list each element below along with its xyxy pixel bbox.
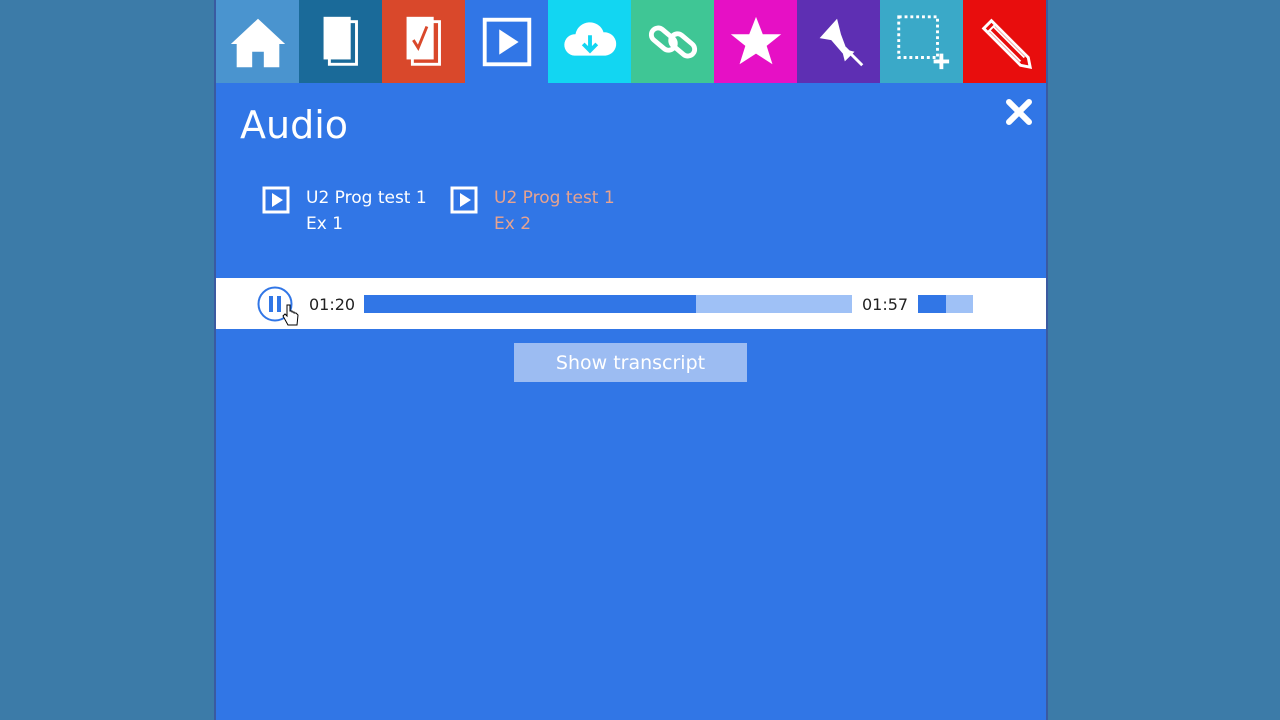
- progress-bar[interactable]: [364, 295, 852, 313]
- audio-track-ex1[interactable]: U2 Prog test 1 Ex 1: [262, 186, 427, 237]
- play-icon: [262, 186, 290, 214]
- volume-slider[interactable]: [918, 295, 973, 313]
- toolbar-pencil-button[interactable]: [963, 0, 1046, 83]
- download-icon: [563, 21, 616, 56]
- toolbar-download-button[interactable]: [548, 0, 631, 83]
- toolbar-video-button[interactable]: [465, 0, 548, 83]
- track-subtitle: Ex 2: [494, 214, 532, 234]
- book-icon: [323, 16, 358, 66]
- show-transcript-button[interactable]: Show transcript: [514, 343, 747, 382]
- homework-icon: [406, 16, 441, 66]
- toolbar-home-button[interactable]: [216, 0, 299, 83]
- toolbar-pin-button[interactable]: [797, 0, 880, 83]
- star-icon: [730, 16, 781, 64]
- track-title: U2 Prog test 1: [494, 188, 615, 208]
- toolbar-link-button[interactable]: [631, 0, 714, 83]
- toolbar-star-button[interactable]: [714, 0, 797, 83]
- duration: 01:57: [862, 295, 909, 314]
- track-title: U2 Prog test 1: [306, 188, 427, 208]
- pin-icon: [819, 18, 863, 66]
- current-time: 01:20: [309, 295, 356, 314]
- toolbar: [216, 0, 1046, 83]
- progress-fill: [364, 295, 696, 313]
- toolbar-book-button[interactable]: [299, 0, 382, 83]
- pencil-icon: [981, 18, 1032, 69]
- close-icon[interactable]: [1004, 97, 1034, 127]
- panel-title: Audio: [240, 103, 349, 147]
- selection-add-icon: [896, 14, 949, 69]
- hand-cursor-icon: [282, 304, 299, 326]
- volume-fill: [918, 295, 946, 313]
- audio-panel: Audio U2 Prog test 1 Ex 1 U2 Prog test 1…: [214, 0, 1048, 720]
- link-icon: [648, 25, 697, 58]
- toolbar-homework-button[interactable]: [382, 0, 465, 83]
- audio-track-ex2[interactable]: U2 Prog test 1 Ex 2: [450, 186, 615, 237]
- track-subtitle: Ex 1: [306, 214, 344, 234]
- home-icon: [230, 18, 285, 67]
- audio-player: 01:20 01:57: [216, 278, 1046, 329]
- toolbar-selection-button[interactable]: [880, 0, 963, 83]
- play-icon: [450, 186, 478, 214]
- video-icon: [482, 17, 531, 66]
